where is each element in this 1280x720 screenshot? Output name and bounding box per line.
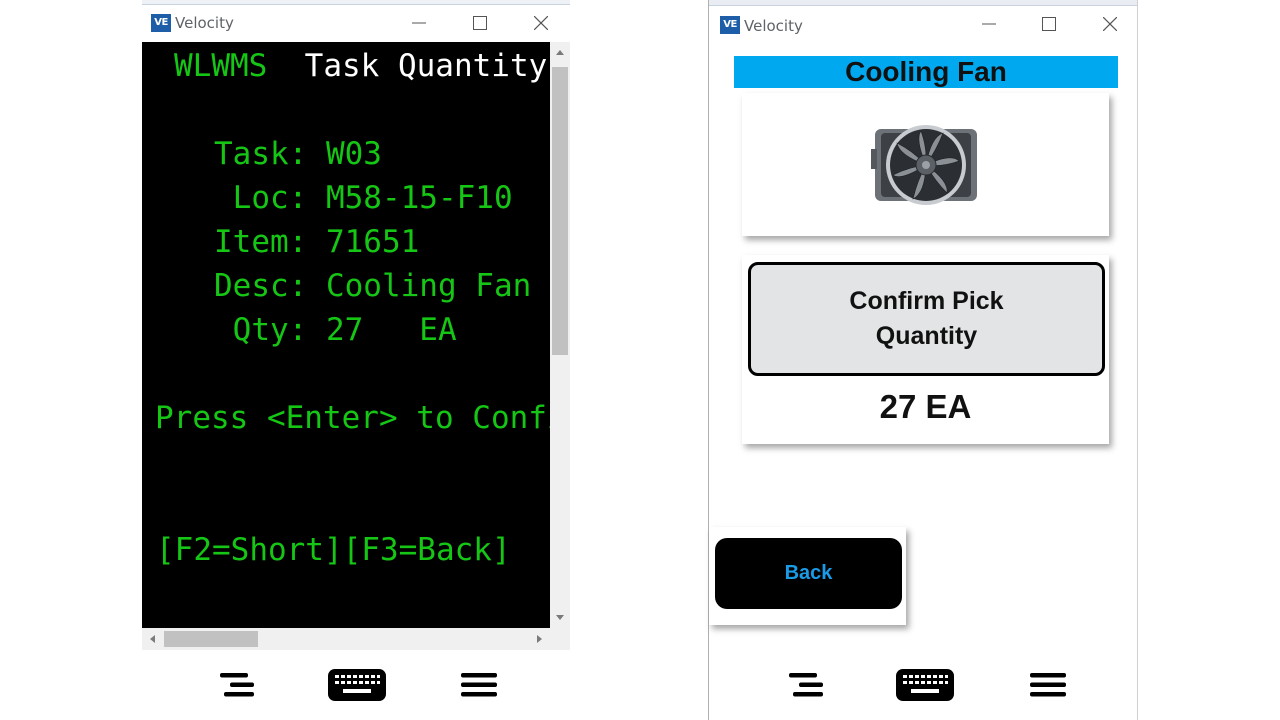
back-button[interactable]: Back: [715, 538, 902, 609]
keyboard-button[interactable]: [895, 665, 955, 705]
maximize-icon: [473, 16, 487, 30]
keyboard-icon: [896, 669, 954, 701]
back-card: Back: [709, 527, 906, 625]
hamburger-menu-icon: [461, 673, 497, 697]
maximize-button[interactable]: [465, 9, 495, 37]
terminal-desc-line: Desc: Cooling Fan: [214, 268, 532, 304]
keyboard-icon: [328, 669, 386, 701]
vertical-scroll-thumb[interactable]: [552, 67, 568, 355]
bottom-toolbar: [142, 650, 570, 720]
hamburger-menu-icon: [1030, 673, 1066, 697]
minimize-button[interactable]: [404, 9, 434, 37]
terminal-app-name: WLWMS: [174, 48, 268, 84]
app-title: Velocity: [175, 14, 234, 32]
bottom-toolbar: [709, 650, 1137, 720]
title-bar: VE Velocity: [709, 6, 1137, 44]
scroll-down-icon[interactable]: [556, 615, 564, 620]
minimize-button[interactable]: [974, 10, 1004, 38]
app-title: Velocity: [744, 17, 803, 35]
terminal-item-line: Item: 71651: [214, 224, 420, 260]
item-image-card: [742, 93, 1109, 236]
keyboard-button[interactable]: [327, 665, 387, 705]
confirm-button-line-2: Quantity: [875, 322, 978, 350]
menu-align-right-icon: [789, 673, 823, 697]
minimize-icon: [982, 23, 996, 25]
pick-quantity-value: 27 EA: [879, 388, 972, 425]
scroll-left-icon[interactable]: [150, 635, 155, 643]
maximize-icon: [1042, 17, 1056, 31]
title-bar: VE Velocity: [142, 5, 570, 42]
terminal-task-line: Task: W03: [214, 136, 382, 172]
close-button[interactable]: [526, 9, 556, 37]
terminal-function-keys: [F2=Short][F3=Back]: [156, 532, 511, 568]
menu-align-right-icon: [220, 673, 254, 697]
main-menu-button[interactable]: [1027, 665, 1069, 705]
terminal-header: WLWMS Task Quantity: [174, 46, 547, 86]
maximize-button[interactable]: [1034, 10, 1064, 38]
scroll-right-icon[interactable]: [537, 635, 542, 643]
horizontal-scroll-thumb[interactable]: [164, 631, 258, 647]
terminal-prompt: Press <Enter> to Confirm: [155, 400, 550, 436]
close-icon: [1103, 17, 1117, 31]
close-icon: [534, 16, 548, 30]
minimize-icon: [412, 22, 426, 24]
confirm-pick-quantity-button[interactable]: Confirm Pick Quantity: [748, 262, 1105, 376]
terminal-screen-title: Task Quantity: [304, 48, 548, 84]
cooling-fan-image: [870, 124, 977, 205]
align-menu-button[interactable]: [783, 665, 827, 705]
confirm-button-line-1: Confirm Pick: [849, 287, 1004, 315]
terminal-screen[interactable]: WLWMS Task Quantity Task: W03 Loc: M58-1…: [142, 42, 550, 628]
velocity-logo-icon: VE: [151, 14, 171, 32]
main-menu-button[interactable]: [458, 665, 500, 705]
horizontal-scrollbar[interactable]: [142, 628, 550, 650]
terminal-location-line: Loc: M58-15-F10: [214, 180, 513, 216]
item-description-header: Cooling Fan: [734, 56, 1118, 88]
terminal-qty-line: Qty: 27 EA: [214, 312, 457, 348]
scrollbar-corner: [550, 628, 570, 650]
close-button[interactable]: [1095, 10, 1125, 38]
vertical-scrollbar[interactable]: [550, 42, 570, 628]
velocity-terminal-window: VE Velocity WLWMS Task Quantity Task: W0…: [142, 0, 570, 720]
scroll-up-icon[interactable]: [556, 50, 564, 55]
velocity-logo-icon: VE: [720, 16, 740, 34]
align-menu-button[interactable]: [214, 665, 258, 705]
velocity-rendered-window: VE Velocity Cooling Fan Confirm Pick Qua…: [708, 0, 1138, 720]
confirm-quantity-card: Confirm Pick Quantity 27 EA: [742, 255, 1109, 444]
